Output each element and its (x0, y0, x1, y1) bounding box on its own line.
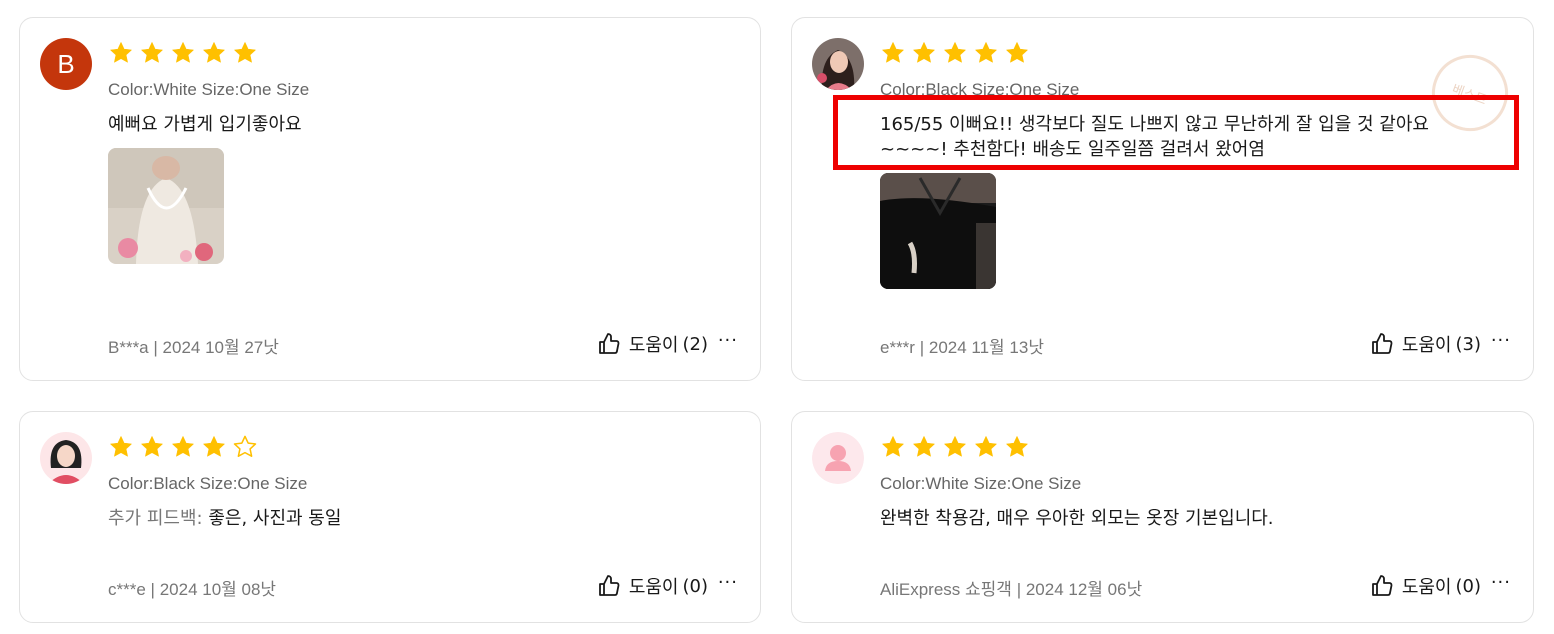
helpful-count: (0) (1455, 575, 1482, 597)
reviewer-name: B***a (108, 338, 149, 357)
review-photo[interactable] (108, 148, 224, 264)
star-filled-icon (110, 436, 132, 457)
review-meta: B***a | 2024 10월 27낫 (108, 333, 279, 358)
avatar[interactable] (812, 38, 864, 90)
meta-separator: | (150, 580, 155, 599)
thumbs-up-icon (597, 332, 621, 356)
helpful-count: (3) (1455, 333, 1482, 355)
star-filled-icon (141, 436, 163, 457)
star-empty-icon (233, 435, 257, 457)
thumbs-up-icon (1370, 574, 1394, 598)
review-card: B Color:White Size:One Size 예뻐요 가볍게 입기좋아… (19, 17, 761, 381)
helpful-button[interactable]: 도움이 (3) (1370, 331, 1481, 357)
review-text-line: 예뻐요 가볍게 입기좋아요 (108, 114, 302, 135)
helpful-label: 도움이 (628, 335, 679, 356)
star-filled-icon (913, 42, 935, 63)
review-text: 추가 피드백: 좋은, 사진과 동일 (108, 506, 341, 531)
sku-info: Color:White Size:One Size (108, 80, 310, 99)
feedback-prefix: 추가 피드백: (108, 508, 203, 529)
review-text-line: 완벽한 착용감, 매우 우아한 외모는 옷장 기본입니다. (880, 508, 1274, 529)
meta-separator: | (919, 338, 925, 357)
review-photo[interactable] (880, 173, 996, 289)
star-rating (108, 434, 258, 460)
helpful-count: (0) (682, 575, 709, 597)
sku-info: Color:Black Size:One Size (108, 474, 308, 493)
star-filled-icon (882, 436, 904, 457)
meta-separator: | (153, 338, 158, 357)
sku-info: Color:White Size:One Size (880, 474, 1082, 493)
thumbs-up-icon (1370, 332, 1394, 356)
more-options-icon[interactable]: ··· (1491, 330, 1511, 351)
review-text-line: 좋은, 사진과 동일 (208, 508, 342, 529)
helpful-label: 도움이 (1401, 335, 1452, 356)
star-rating (108, 40, 258, 66)
star-filled-icon (944, 42, 966, 63)
review-card: Color:Black Size:One Size 추가 피드백: 좋은, 사진… (19, 411, 761, 623)
avatar[interactable]: B (40, 38, 92, 90)
reviewer-name: c***e (108, 580, 146, 599)
star-filled-icon (234, 42, 256, 63)
helpful-button[interactable]: 도움이 (0) (1370, 573, 1481, 599)
star-filled-icon (882, 42, 904, 63)
avatar-letter: B (57, 48, 75, 79)
star-filled-icon (203, 42, 225, 63)
more-options-icon[interactable]: ··· (1491, 572, 1511, 593)
review-meta: c***e | 2024 10월 08낫 (108, 575, 276, 600)
star-rating (880, 434, 1030, 460)
star-filled-icon (172, 42, 194, 63)
review-date: 2024 10월 27낫 (162, 338, 279, 357)
highlight-box (833, 95, 1519, 170)
helpful-button[interactable]: 도움이 (0) (597, 573, 708, 599)
review-meta: AliExpress 쇼핑객 | 2024 12월 06낫 (880, 575, 1142, 600)
avatar[interactable] (40, 432, 92, 484)
star-filled-icon (1006, 42, 1028, 63)
star-filled-icon (203, 436, 225, 457)
star-filled-icon (975, 42, 997, 63)
reviewer-name: e***r (880, 338, 915, 357)
star-filled-icon (141, 42, 163, 63)
star-filled-icon (944, 436, 966, 457)
thumbs-up-icon (597, 574, 621, 598)
review-meta: e***r | 2024 11월 13낫 (880, 333, 1044, 358)
review-card: Color:Black Size:One Size 165/55 이뻐요!! 생… (791, 17, 1534, 381)
review-date: 2024 12월 06낫 (1025, 580, 1143, 599)
helpful-count: (2) (682, 333, 709, 355)
star-rating (880, 40, 1030, 66)
review-date: 2024 10월 08낫 (159, 580, 277, 599)
helpful-label: 도움이 (1401, 577, 1452, 598)
review-card: Color:White Size:One Size 완벽한 착용감, 매우 우아… (791, 411, 1534, 623)
star-filled-icon (110, 42, 132, 63)
more-options-icon[interactable]: ··· (718, 572, 738, 593)
star-filled-icon (172, 436, 194, 457)
reviewer-name: AliExpress 쇼핑객 (880, 580, 1012, 599)
star-filled-icon (913, 436, 935, 457)
more-options-icon[interactable]: ··· (718, 330, 738, 351)
star-filled-icon (975, 436, 997, 457)
helpful-button[interactable]: 도움이 (2) (597, 331, 708, 357)
review-text: 완벽한 착용감, 매우 우아한 외모는 옷장 기본입니다. (880, 506, 1274, 531)
review-date: 2024 11월 13낫 (928, 338, 1044, 357)
helpful-label: 도움이 (628, 577, 679, 598)
avatar[interactable] (812, 432, 864, 484)
review-text: 예뻐요 가볍게 입기좋아요 (108, 112, 302, 137)
meta-separator: | (1016, 580, 1022, 599)
star-filled-icon (1006, 436, 1028, 457)
